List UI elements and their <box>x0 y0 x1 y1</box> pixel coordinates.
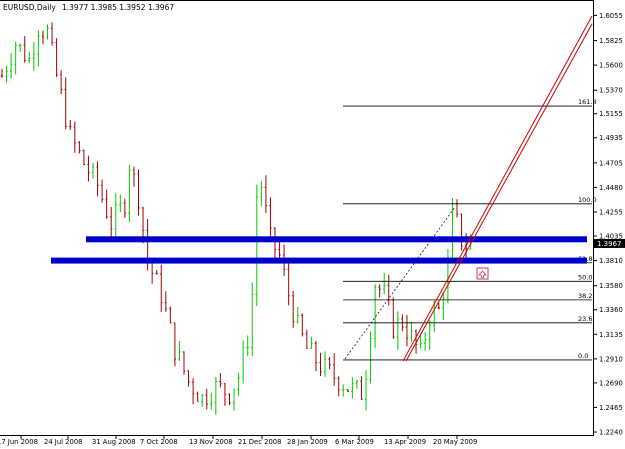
time-tick-label: 17 Jun 2008 <box>0 438 38 446</box>
price-tick-label: 1.2910 <box>599 355 623 363</box>
price-tick-label: 1.2690 <box>599 379 623 387</box>
fib-level-label: 100.0 <box>578 196 597 204</box>
price-tick-label: 1.3810 <box>599 257 623 265</box>
symbol-label: EURUSD,Daily <box>3 3 56 12</box>
time-tick-label: 7 Oct 2008 <box>140 438 178 446</box>
time-tick-label: 31 Aug 2008 <box>92 438 136 446</box>
fib-level-label: 38.2 <box>578 292 592 300</box>
price-tick-label: 1.4705 <box>599 159 623 167</box>
time-tick-label: 28 Jan 2009 <box>287 438 328 446</box>
price-box-label: 1.3967 <box>597 240 622 248</box>
price-tick-label: 1.2465 <box>599 404 623 412</box>
time-tick-label: 13 Nov 2008 <box>189 438 233 446</box>
price-tick-label: 1.6055 <box>599 12 623 20</box>
price-tick-label: 1.4935 <box>599 134 623 142</box>
price-tick-label: 1.2240 <box>599 429 623 437</box>
support-resistance-line[interactable] <box>86 236 587 243</box>
time-tick-label: 6 Mar 2009 <box>335 438 374 446</box>
price-tick-label: 1.5600 <box>599 62 623 70</box>
time-tick-label: 13 Apr 2009 <box>384 438 426 446</box>
price-tick-label: 1.5155 <box>599 110 623 118</box>
price-tick-label: 1.3135 <box>599 331 623 339</box>
fib-level-label: 161.8 <box>578 98 597 106</box>
price-tick-label: 1.5370 <box>599 87 623 95</box>
chart-background <box>0 0 625 449</box>
price-tick-label: 1.5825 <box>599 37 623 45</box>
price-chart[interactable]: EURUSD,Daily 1.3977 1.3985 1.3952 1.3967… <box>0 0 625 449</box>
ohlc-values: 1.3977 1.3985 1.3952 1.3967 <box>62 3 174 12</box>
fib-level-label: 50.0 <box>578 273 592 281</box>
current-price-marker: 1.3967 <box>594 238 625 248</box>
up-arrow-icon <box>476 267 489 280</box>
time-tick-label: 20 May 2009 <box>433 438 477 446</box>
price-tick-label: 1.4255 <box>599 208 623 216</box>
price-tick-label: 1.4480 <box>599 184 623 192</box>
time-tick-label: 21 Dec 2008 <box>238 438 281 446</box>
fib-level-label: 23.6 <box>578 315 592 323</box>
fib-level-label: 0.0 <box>578 352 588 360</box>
price-tick-label: 1.3580 <box>599 282 623 290</box>
support-resistance-line[interactable] <box>51 257 587 264</box>
time-tick-label: 24 Jul 2008 <box>44 438 82 446</box>
price-tick-label: 1.3360 <box>599 306 623 314</box>
